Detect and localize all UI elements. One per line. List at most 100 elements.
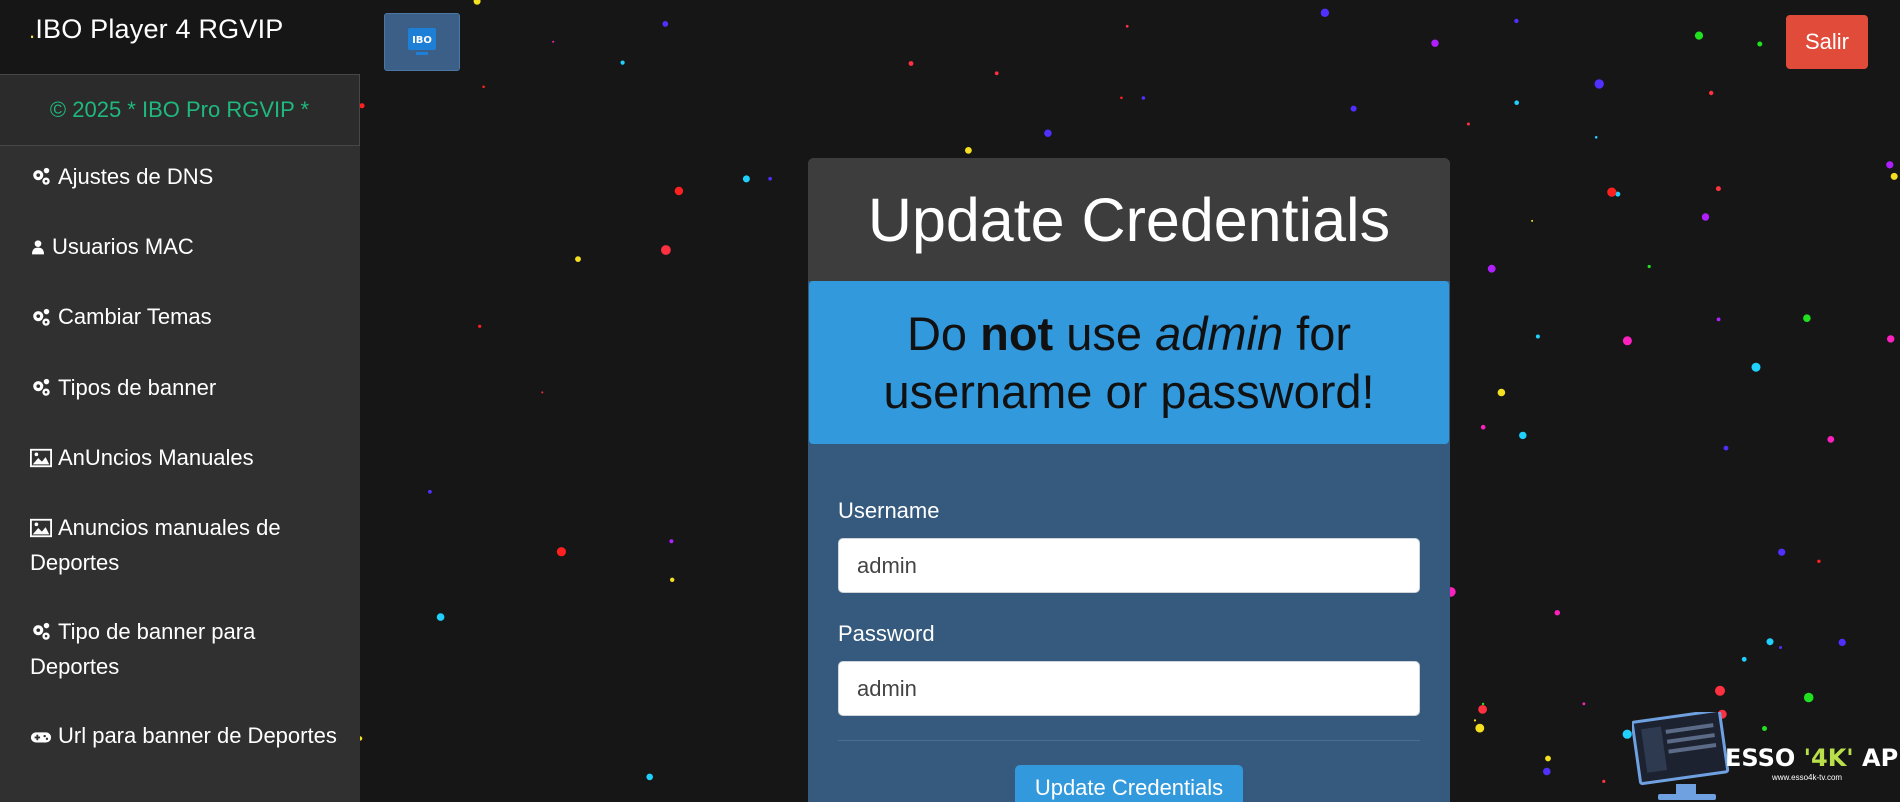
star-dot	[1535, 334, 1540, 339]
user-icon	[30, 231, 50, 265]
sidebar-item-sports-banner-type[interactable]: Tipo de banner para Deportes	[0, 615, 360, 684]
star-dot	[1886, 161, 1894, 169]
star-dot	[556, 547, 567, 557]
star-dot	[1481, 702, 1485, 706]
star-dot	[1473, 719, 1477, 722]
star-dot	[1817, 559, 1821, 563]
sidebar-item-label: Tipo de banner para Deportes	[30, 619, 256, 680]
star-dot	[742, 175, 750, 183]
sidebar-item-label: Tipos de banner	[58, 374, 217, 400]
password-input[interactable]	[838, 661, 1420, 716]
star-dot	[1838, 638, 1846, 647]
sidebar-item-manual-ads[interactable]: AnUncios Manuales	[0, 441, 360, 476]
star-dot	[1716, 317, 1721, 322]
tv-logo-icon[interactable]: IBO	[384, 13, 460, 71]
app-title-text: IBO Player 4 RGVIP	[35, 14, 284, 44]
star-dot	[575, 256, 581, 262]
update-credentials-card: Update Credentials Do not use admin for …	[808, 158, 1450, 802]
star-dot	[669, 539, 674, 544]
star-dot	[670, 577, 675, 582]
star-dot	[1514, 18, 1519, 24]
star-dot	[1475, 723, 1485, 733]
password-label: Password	[838, 621, 935, 646]
star-dot	[1751, 362, 1761, 372]
username-input[interactable]	[838, 538, 1420, 593]
star-dot	[482, 85, 485, 89]
sidebar-item-label: Ajustes de DNS	[58, 164, 214, 189]
star-dot	[1497, 388, 1506, 397]
star-dot	[1607, 187, 1617, 197]
star-dot	[1545, 755, 1551, 762]
star-dot	[359, 103, 365, 109]
sidebar-item-label: Anuncios manuales de Deportes	[30, 514, 281, 576]
warning-text: Do not use admin for username or passwor…	[883, 306, 1375, 418]
star-dot	[646, 773, 653, 781]
gamepad-icon	[30, 721, 56, 755]
star-dot	[1827, 436, 1835, 443]
star-dot	[1723, 445, 1729, 451]
star-dot	[1887, 335, 1895, 343]
sidebar-item-sports-banner-url[interactable]: Url para banner de Deportes	[0, 719, 360, 754]
sidebar-item-banner-types[interactable]: Tipos de banner	[0, 371, 360, 406]
star-dot	[1466, 122, 1470, 126]
star-dot	[965, 147, 972, 154]
star-dot	[478, 324, 482, 328]
star-dot	[552, 40, 555, 43]
sidebar-item-label: Cambiar Temas	[58, 304, 212, 330]
star-dot	[1602, 779, 1606, 784]
star-dot	[1715, 685, 1725, 696]
star-dot	[428, 489, 432, 494]
star-dot	[994, 71, 999, 76]
sidebar: © 2025 * IBO Pro RGVIP * Ajustes de DNS …	[0, 74, 360, 802]
sidebar-nav: Ajustes de DNS Usuarios MAC Cambiar Tema…	[0, 146, 360, 755]
star-dot	[1778, 548, 1786, 556]
sidebar-item-dns[interactable]: Ajustes de DNS	[0, 160, 360, 195]
star-dot	[1622, 336, 1632, 346]
star-dot	[1044, 129, 1052, 137]
star-dot	[1594, 136, 1598, 139]
star-dot	[908, 61, 914, 66]
star-dot	[1594, 79, 1604, 89]
star-dot	[1622, 729, 1632, 739]
star-dot	[1519, 431, 1527, 440]
star-dot	[1701, 213, 1710, 221]
star-dot	[1741, 656, 1747, 662]
warning-banner: Do not use admin for username or passwor…	[809, 281, 1449, 444]
gears-icon	[30, 161, 56, 195]
sidebar-item-label: AnUncios Manuales	[58, 444, 254, 470]
sidebar-item-mac-users[interactable]: Usuarios MAC	[0, 230, 360, 265]
star-dot	[1803, 314, 1811, 323]
star-dot	[1120, 96, 1123, 100]
sidebar-copyright: © 2025 * IBO Pro RGVIP *	[0, 74, 360, 146]
sidebar-item-themes[interactable]: Cambiar Temas	[0, 300, 360, 335]
star-dot	[661, 245, 671, 255]
star-dot	[1478, 705, 1487, 714]
star-dot	[1647, 264, 1651, 269]
star-dot	[1514, 100, 1519, 105]
star-dot	[1554, 610, 1561, 616]
star-dot	[662, 21, 669, 27]
update-credentials-button[interactable]: Update Credentials	[1015, 765, 1243, 802]
star-dot	[1766, 638, 1774, 646]
star-dot	[1694, 31, 1704, 40]
star-dot	[1779, 646, 1782, 649]
star-dot	[1531, 219, 1534, 222]
gears-icon	[30, 302, 56, 336]
username-label: Username	[838, 498, 940, 523]
star-dot	[1582, 702, 1586, 706]
app-title[interactable]: .IBO Player 4 RGVIP	[29, 14, 284, 45]
star-dot	[1431, 39, 1439, 47]
star-dot	[473, 0, 481, 5]
star-dot	[1709, 90, 1714, 96]
sidebar-item-sports-ads[interactable]: Anuncios manuales de Deportes	[0, 511, 360, 580]
star-dot	[1487, 264, 1496, 273]
credentials-form: Username Password Update Credentials	[808, 444, 1450, 802]
star-dot	[1757, 41, 1763, 47]
star-dot	[1543, 767, 1551, 776]
star-dot	[1715, 186, 1721, 192]
logout-button[interactable]: Salir	[1786, 15, 1868, 69]
watermark-brand: ESSO '4K' APPS	[1725, 744, 1900, 772]
star-dot	[1890, 172, 1898, 180]
star-dot	[1350, 105, 1357, 112]
star-dot	[1480, 424, 1486, 430]
